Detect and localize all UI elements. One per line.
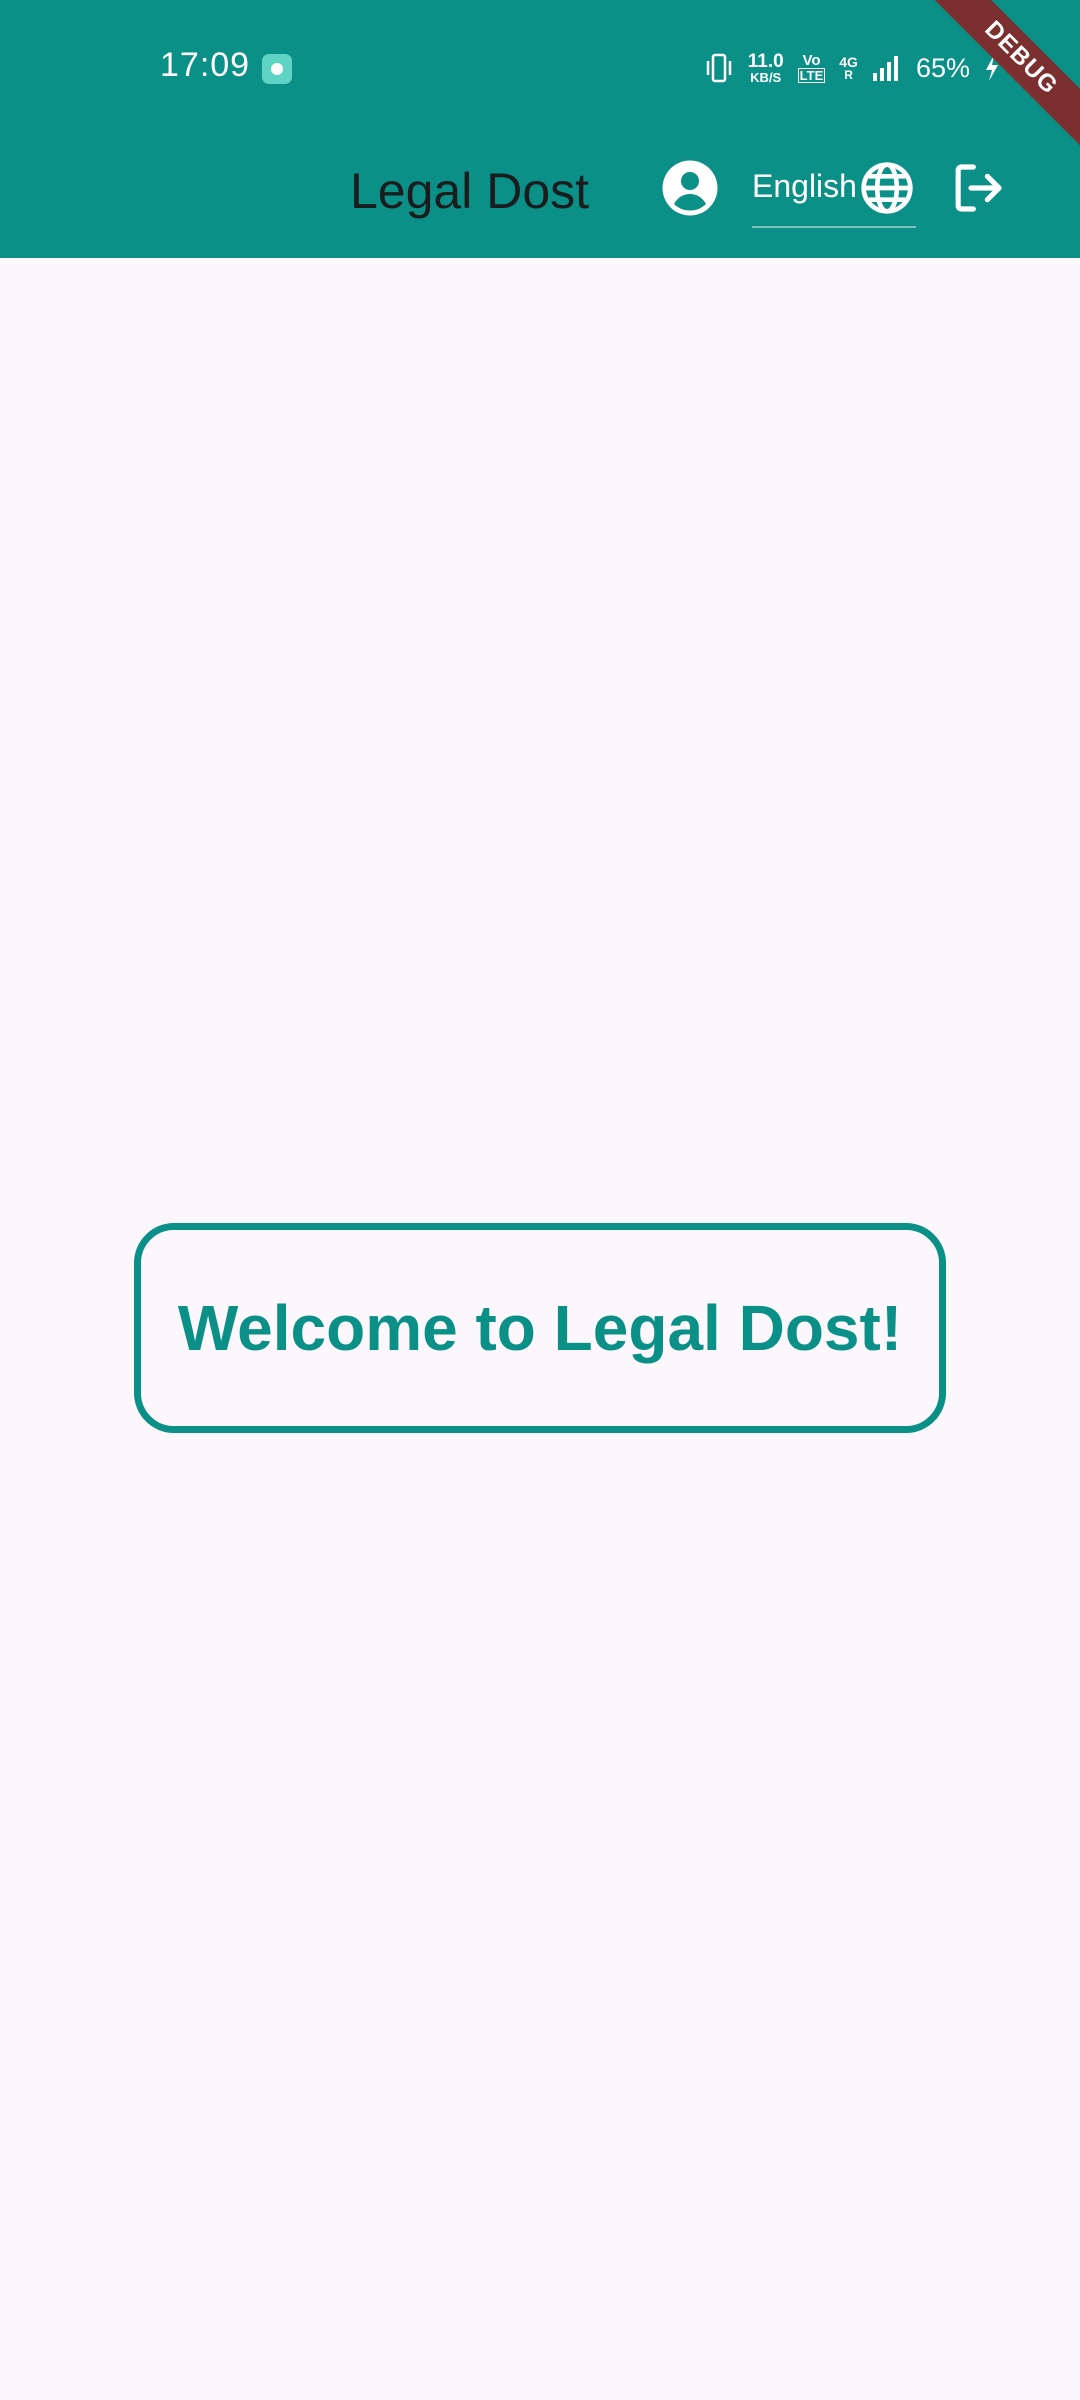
- volte-bottom: LTE: [797, 68, 826, 83]
- network-type-top: 4G: [839, 54, 858, 70]
- language-selected-value: English: [752, 168, 857, 204]
- status-time: 17:09: [160, 46, 251, 84]
- volte-indicator: Vo LTE: [797, 52, 826, 83]
- app-screen: 17:09 11.0 KB/S Vo LTE 4G R 65% DEBUG Le…: [0, 0, 1080, 2400]
- vibrate-icon: [706, 53, 731, 83]
- signal-icon: [872, 56, 898, 81]
- logout-icon: [955, 164, 1002, 212]
- profile-button[interactable]: [660, 158, 720, 218]
- battery-level: 65%: [915, 52, 970, 83]
- status-bar: 17:09 11.0 KB/S Vo LTE 4G R 65%: [0, 0, 1080, 132]
- network-speed-value: 11.0: [747, 51, 784, 72]
- account-circle-icon: [662, 160, 718, 216]
- volte-top: Vo: [802, 52, 821, 69]
- status-indicators: 11.0 KB/S Vo LTE 4G R 65%: [704, 50, 1000, 86]
- language-dropdown[interactable]: English: [752, 152, 916, 228]
- app-title: Legal Dost: [350, 163, 590, 219]
- network-type: 4G R: [839, 55, 858, 81]
- network-speed: 11.0 KB/S: [748, 52, 784, 84]
- network-speed-unit: KB/S: [750, 70, 782, 85]
- globe-icon: [861, 162, 913, 214]
- app-notification-icon: [262, 54, 292, 84]
- welcome-card: Welcome to Legal Dost!: [134, 1223, 946, 1433]
- app-bar: Legal Dost English: [0, 132, 1080, 258]
- logout-button[interactable]: [950, 160, 1006, 216]
- welcome-message: Welcome to Legal Dost!: [177, 1292, 903, 1364]
- network-type-bottom: R: [844, 68, 853, 82]
